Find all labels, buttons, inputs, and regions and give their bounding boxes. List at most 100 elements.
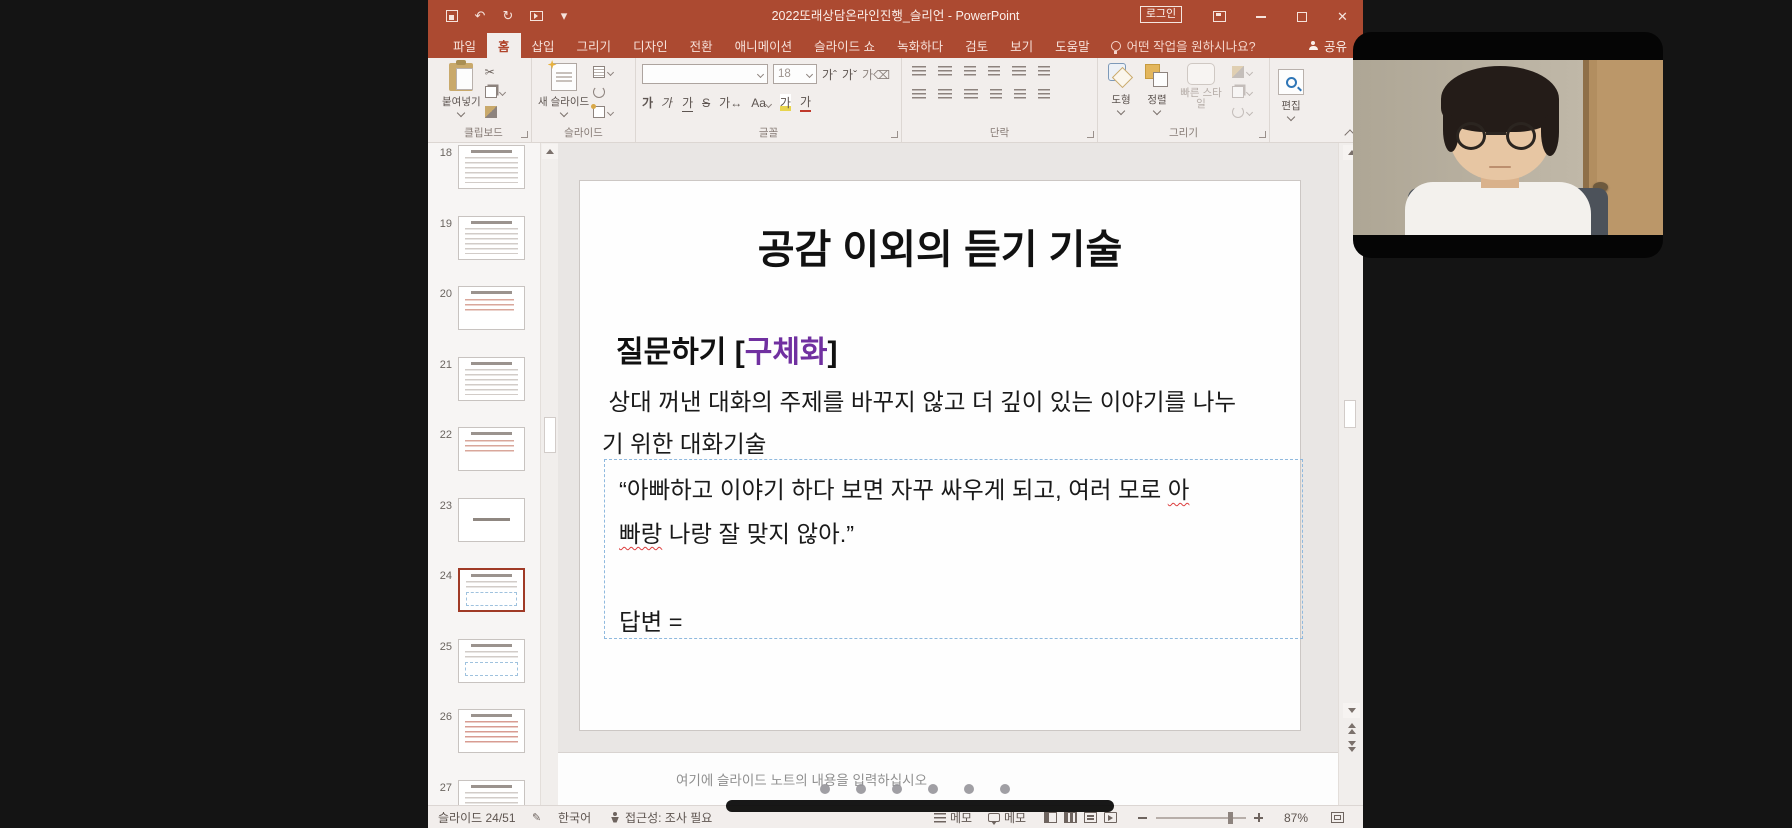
slide-thumbnail-image[interactable] (458, 780, 525, 806)
shape-outline-button[interactable] (1232, 85, 1252, 99)
language-indicator[interactable]: 한국어 (558, 806, 591, 828)
slide-heading[interactable]: 질문하기 [구체화] (616, 327, 838, 371)
underline-button[interactable]: 가 (682, 94, 693, 112)
tab-그리기[interactable]: 그리기 (566, 33, 623, 58)
align-right-button[interactable] (964, 89, 978, 100)
tab-홈[interactable]: 홈 (487, 33, 521, 58)
highlight-color-button[interactable]: 가 (780, 94, 791, 111)
tab-디자인[interactable]: 디자인 (622, 33, 679, 58)
slide-title[interactable]: 공감 이외의 듣기 기술 (580, 217, 1300, 275)
fit-to-window-button[interactable] (1331, 806, 1344, 828)
slide-thumbnail-23[interactable]: 23 (428, 496, 540, 567)
tab-슬라이드 쇼[interactable]: 슬라이드 쇼 (803, 33, 886, 58)
slide-thumbnail-image[interactable] (458, 568, 525, 612)
slide-thumbnail-26[interactable]: 26 (428, 707, 540, 778)
slide-thumbnail-image[interactable] (458, 709, 525, 753)
slide-thumbnail-image[interactable] (458, 357, 525, 401)
tab-애니메이션[interactable]: 애니메이션 (724, 33, 804, 58)
slide-thumbnail-image[interactable] (458, 286, 525, 330)
thumbnail-scrollbar-thumb[interactable] (544, 417, 556, 453)
line-spacing-button[interactable] (1012, 66, 1026, 77)
slide-thumbnail-18[interactable]: 18 (428, 143, 540, 214)
paragraph-dialog-launcher-icon[interactable] (1087, 131, 1094, 138)
tab-전환[interactable]: 전환 (679, 33, 724, 58)
scroll-down-icon[interactable] (1343, 703, 1360, 718)
change-case-button[interactable]: Aa (751, 96, 771, 110)
reset-slide-button[interactable] (593, 85, 613, 99)
tab-녹화하다[interactable]: 녹화하다 (886, 33, 954, 58)
maximize-button[interactable] (1281, 0, 1322, 33)
slide-thumbnail-20[interactable]: 20 (428, 284, 540, 355)
login-button[interactable]: 로그인 (1140, 6, 1182, 23)
slide-number-indicator[interactable]: 슬라이드 24/51 (438, 806, 516, 828)
tell-me-box[interactable]: 어떤 작업을 원하시나요? (1101, 33, 1266, 58)
shapes-button[interactable]: 도형 (1106, 58, 1136, 119)
zoom-percentage[interactable]: 87% (1284, 806, 1308, 828)
slide[interactable]: 공감 이외의 듣기 기술 질문하기 [구체화] 상대 꺼낸 대화의 주제를 바꾸… (580, 181, 1300, 730)
quick-styles-button[interactable]: 빠른 스타일 (1178, 58, 1224, 119)
character-spacing-button[interactable]: 가↔ (719, 94, 742, 111)
font-name-combobox[interactable] (642, 64, 768, 84)
close-button[interactable]: ✕ (1322, 0, 1363, 33)
zoom-in-button[interactable] (1254, 806, 1263, 828)
slide-thumbnail-image[interactable] (458, 427, 525, 471)
quote-textbox[interactable]: “아빠하고 이야기 하다 보면 자꾸 싸우게 되고, 여러 모로 아빠랑 나랑 … (604, 459, 1303, 639)
slide-thumbnail-19[interactable]: 19 (428, 214, 540, 285)
thumbnail-scrollbar[interactable] (540, 143, 558, 805)
justify-button[interactable] (990, 89, 1002, 100)
previous-slide-icon[interactable] (1345, 723, 1358, 736)
bold-button[interactable]: 가 (642, 94, 653, 111)
drawing-dialog-launcher-icon[interactable] (1259, 131, 1266, 138)
spell-check-icon[interactable]: ✎ (532, 806, 541, 828)
tab-보기[interactable]: 보기 (999, 33, 1044, 58)
edit-button[interactable]: 편집 (1278, 64, 1304, 120)
zoom-slider[interactable] (1156, 806, 1246, 828)
share-button[interactable]: 공유 (1309, 33, 1347, 58)
video-scrubber-bar[interactable] (726, 800, 1114, 812)
slide-thumbnail-image[interactable] (458, 145, 525, 189)
notes-pane[interactable]: 여기에 슬라이드 노트의 내용을 입력하십시오 (558, 752, 1338, 805)
slide-thumbnail-27[interactable]: 27 (428, 778, 540, 806)
decrease-indent-button[interactable] (964, 66, 976, 77)
zoom-out-button[interactable] (1138, 806, 1147, 828)
columns-button[interactable] (1014, 89, 1026, 100)
shape-fill-button[interactable] (1232, 65, 1252, 79)
slide-thumbnail-21[interactable]: 21 (428, 355, 540, 426)
next-slide-icon[interactable] (1345, 741, 1358, 754)
italic-button[interactable]: 가 (660, 94, 675, 111)
ribbon-display-options-icon[interactable] (1199, 0, 1240, 33)
slide-thumbnail-image[interactable] (458, 498, 525, 542)
strikethrough-button[interactable]: S (702, 96, 710, 110)
text-direction-button[interactable] (1038, 66, 1050, 77)
format-painter-button[interactable] (485, 105, 505, 119)
align-left-button[interactable] (912, 89, 926, 100)
font-dialog-launcher-icon[interactable] (891, 131, 898, 138)
new-slide-button[interactable]: 새 슬라이드 (538, 58, 589, 119)
zoom-slider-thumb[interactable] (1228, 812, 1233, 824)
slide-thumbnail-22[interactable]: 22 (428, 425, 540, 496)
tab-검토[interactable]: 검토 (954, 33, 999, 58)
minimize-button[interactable] (1240, 0, 1281, 33)
align-center-button[interactable] (938, 89, 952, 100)
clipboard-dialog-launcher-icon[interactable] (521, 131, 528, 138)
font-size-combobox[interactable]: 18 (773, 64, 817, 84)
section-button[interactable] (593, 105, 613, 119)
bullets-button[interactable] (912, 66, 926, 77)
slide-thumbnail-24[interactable]: 24 (428, 566, 540, 637)
accessibility-status[interactable]: 접근성: 조사 필요 (610, 806, 712, 828)
grow-font-button[interactable]: 가ˆ (822, 66, 837, 83)
shrink-font-button[interactable]: 가ˇ (842, 66, 857, 83)
scroll-up-icon[interactable] (542, 144, 558, 159)
tab-삽입[interactable]: 삽입 (521, 33, 566, 58)
convert-smartart-button[interactable] (1038, 89, 1050, 100)
slide-thumbnail-image[interactable] (458, 216, 525, 260)
paste-button[interactable]: 붙여넣기 (442, 58, 481, 119)
numbering-button[interactable] (938, 66, 952, 77)
slide-thumbnail-image[interactable] (458, 639, 525, 683)
font-color-button[interactable]: 가 (800, 93, 811, 112)
tab-파일[interactable]: 파일 (442, 33, 487, 58)
slide-scrollbar-thumb[interactable] (1344, 400, 1356, 428)
clear-formatting-button[interactable]: 가⌫ (862, 66, 890, 83)
cut-button[interactable]: ✂ (485, 65, 505, 79)
slide-body-text[interactable]: 상대 꺼낸 대화의 주제를 바꾸지 않고 더 깊이 있는 이야기를 나누기 위한… (602, 381, 1292, 465)
